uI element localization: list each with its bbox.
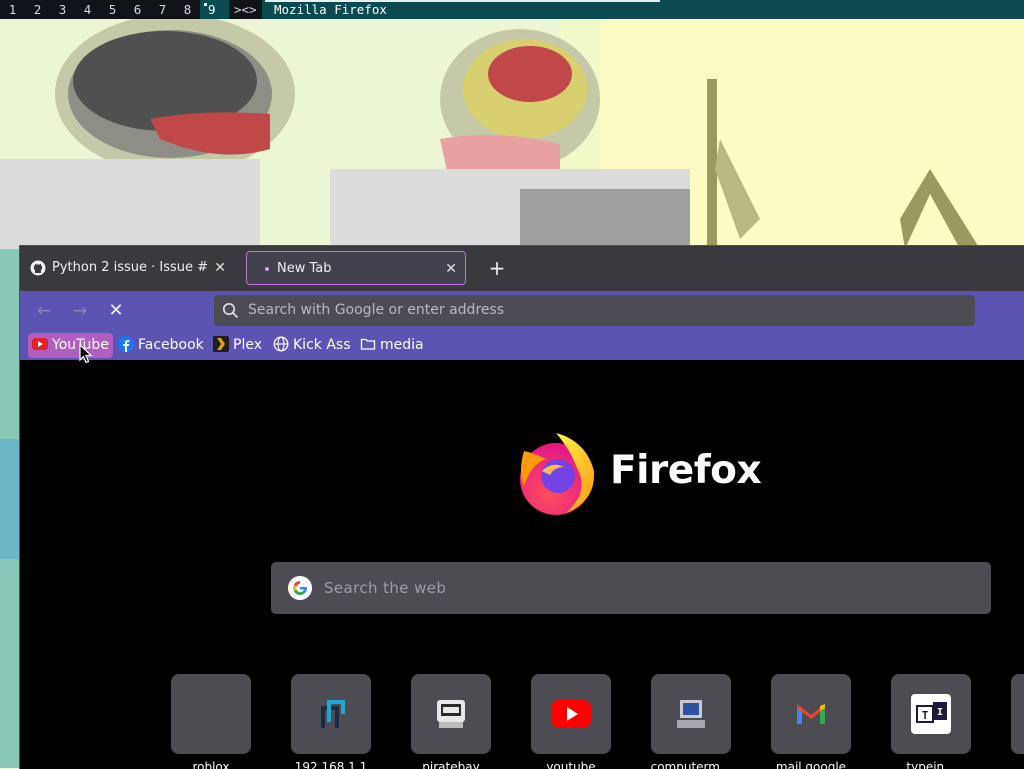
firefox-logo-icon bbox=[520, 433, 595, 515]
pirate-ship-icon bbox=[437, 700, 465, 728]
close-icon[interactable]: ✕ bbox=[445, 252, 457, 286]
web-search-box[interactable]: Search the web bbox=[271, 562, 991, 614]
firefox-wordmark: Firefox bbox=[610, 448, 762, 493]
bookmark-youtube[interactable]: YouTube bbox=[28, 333, 113, 358]
top-site-piratebay[interactable] bbox=[411, 674, 491, 754]
top-site-typein[interactable]: T I bbox=[891, 674, 971, 754]
bookmark-label: Facebook bbox=[138, 337, 204, 353]
svg-text:T: T bbox=[922, 709, 929, 722]
svg-text:I: I bbox=[937, 707, 943, 718]
workspace-tag-2[interactable]: 2 bbox=[25, 0, 50, 19]
github-icon bbox=[30, 260, 46, 276]
workspace-tag-9-active[interactable]: 9 bbox=[200, 0, 224, 19]
firefox-window: Python 2 issue · Issue # ✕ New Tab ✕ + ←… bbox=[19, 245, 1024, 769]
back-button[interactable]: ← bbox=[29, 296, 59, 326]
facebook-icon bbox=[118, 336, 134, 352]
top-site-roblox[interactable] bbox=[171, 674, 251, 754]
gmail-icon bbox=[797, 704, 825, 724]
router-icon bbox=[321, 700, 345, 728]
workspace-tag-3[interactable]: 3 bbox=[50, 0, 75, 19]
bookmark-label: media bbox=[380, 337, 424, 353]
typein-icon: T I bbox=[911, 694, 951, 734]
focused-window-title: Mozilla Firefox bbox=[274, 2, 387, 17]
youtube-icon bbox=[551, 700, 591, 728]
web-search-input[interactable]: Search the web bbox=[324, 562, 446, 614]
mouse-cursor-icon bbox=[79, 344, 93, 364]
workspace-tag-5[interactable]: 5 bbox=[100, 0, 125, 19]
bookmark-kick-ass[interactable]: Kick Ass bbox=[273, 333, 351, 358]
bookmark-facebook[interactable]: Facebook bbox=[118, 333, 204, 358]
tab-label: New Tab bbox=[277, 261, 332, 276]
new-tab-button[interactable]: + bbox=[482, 251, 512, 285]
bookmark-label: Kick Ass bbox=[293, 337, 351, 353]
google-icon bbox=[288, 576, 312, 600]
workspace-tag-8[interactable]: 8 bbox=[175, 0, 200, 19]
bookmark-folder-media[interactable]: media bbox=[360, 333, 424, 358]
tab-new-tab-active[interactable]: New Tab ✕ bbox=[246, 251, 466, 285]
loading-dot-icon bbox=[265, 267, 269, 271]
workspace-tag-6[interactable]: 6 bbox=[125, 0, 150, 19]
search-icon bbox=[222, 302, 239, 319]
window-manager-bar: 1 2 3 4 5 6 7 8 9 ><> Mozilla Firefox bbox=[0, 0, 1024, 19]
blank-icon bbox=[191, 694, 231, 734]
top-site-computerm[interactable] bbox=[651, 674, 731, 754]
workspace-tag-1[interactable]: 1 bbox=[0, 0, 25, 19]
tab-strip: Python 2 issue · Issue # ✕ New Tab ✕ + bbox=[20, 246, 1024, 291]
top-site-partial[interactable] bbox=[1011, 674, 1024, 754]
top-site-youtube[interactable] bbox=[531, 674, 611, 754]
close-icon[interactable]: ✕ bbox=[214, 251, 226, 285]
globe-icon bbox=[273, 336, 289, 352]
layout-indicator[interactable]: ><> bbox=[229, 0, 262, 19]
navigation-toolbar: ← → ✕ Search with Google or enter addres… bbox=[20, 291, 1024, 331]
stop-loading-button[interactable]: ✕ bbox=[101, 296, 131, 326]
bookmark-label: Plex bbox=[233, 337, 262, 353]
plex-icon bbox=[213, 336, 229, 352]
new-tab-page: Firefox Search the web roblox 192.168.1.… bbox=[20, 360, 1024, 769]
bookmark-plex[interactable]: Plex bbox=[213, 333, 262, 358]
workspace-tag-7[interactable]: 7 bbox=[150, 0, 175, 19]
tab-github-issue[interactable]: Python 2 issue · Issue # ✕ bbox=[20, 251, 240, 285]
top-site-gmail[interactable] bbox=[771, 674, 851, 754]
tab-label: Python 2 issue · Issue # bbox=[52, 260, 209, 275]
forward-button[interactable]: → bbox=[65, 296, 95, 326]
computer-icon bbox=[677, 700, 705, 728]
workspace-tag-4[interactable]: 4 bbox=[75, 0, 100, 19]
workspace-tags: 1 2 3 4 5 6 7 8 9 bbox=[0, 0, 224, 19]
address-input[interactable]: Search with Google or enter address bbox=[248, 295, 504, 326]
address-bar[interactable]: Search with Google or enter address bbox=[214, 295, 975, 326]
folder-icon bbox=[360, 338, 376, 350]
top-site-router[interactable] bbox=[291, 674, 371, 754]
youtube-icon bbox=[32, 338, 48, 350]
bookmarks-toolbar: YouTube Facebook Plex Kick Ass media bbox=[20, 331, 1024, 360]
